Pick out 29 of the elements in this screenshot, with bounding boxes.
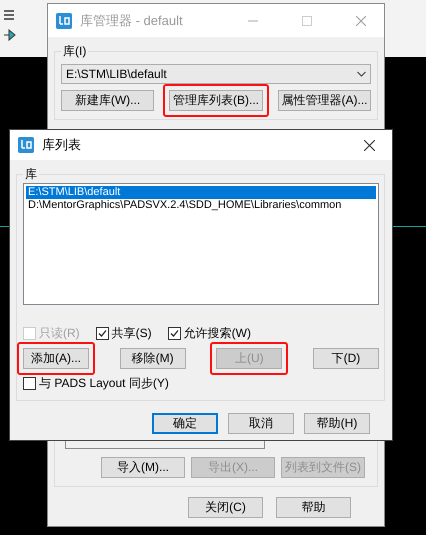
library-item[interactable]: E:\STM\LIB\default [26,186,376,199]
dialog-title: 库列表 [42,136,82,154]
app-icon [56,12,72,28]
dialog-button[interactable]: 导入(M)... [101,457,185,478]
dialog-button[interactable]: 帮助(H) [304,413,370,434]
dialog-button[interactable]: 添加(A)... [23,348,89,369]
checkbox[interactable]: 允许搜索(W) [168,325,251,342]
arrow-icon[interactable] [2,28,16,42]
toolbar-icon[interactable] [2,8,16,22]
close-icon[interactable] [364,140,374,150]
dialog-button[interactable]: 属性管理器(A)... [278,90,371,111]
checkmark-icon [98,329,107,338]
group-label: 库(I) [61,43,88,60]
caret-icon [357,71,366,77]
library-dropdown[interactable]: E:\STM\LIB\default [61,64,371,84]
dialog-button[interactable]: 管理库列表(B)... [169,90,263,111]
window-title: 库管理器 - default [80,12,184,30]
app-icon [18,137,34,153]
checkmark-icon [170,329,179,338]
checkbox[interactable]: 共享(S) [96,325,152,342]
dialog-button[interactable]: 移除(M) [120,348,186,369]
dialog-button[interactable]: 新建库(W)... [61,90,154,111]
dialog-button[interactable]: 下(D) [312,348,379,369]
dialog-button[interactable]: 取消 [228,413,294,434]
dialog-button[interactable]: 帮助 [276,497,351,518]
dialog-button[interactable]: 关闭(C) [188,497,263,518]
library-item[interactable]: D:\MentorGraphics\PADSVX.2.4\SDD_HOME\Libraries\common [26,199,376,212]
dialog-button[interactable]: 确定 [152,413,218,434]
checkbox[interactable]: 与 PADS Layout 同步(Y) [23,375,169,392]
